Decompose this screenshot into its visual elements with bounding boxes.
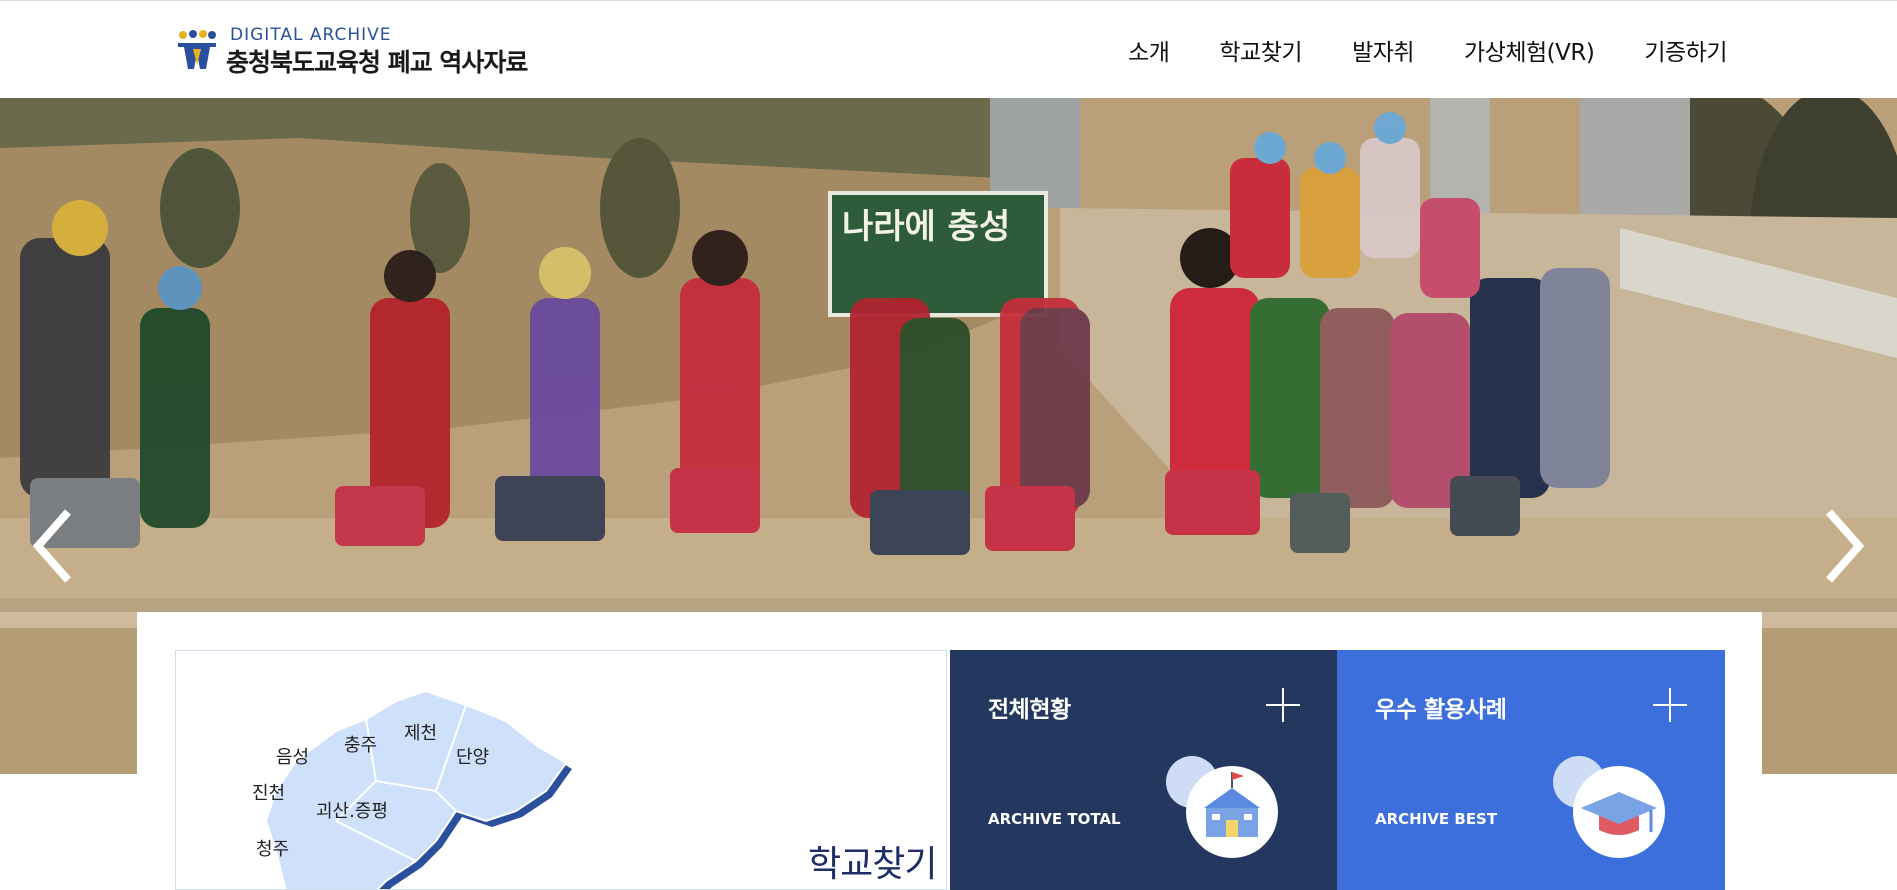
archive-total-card[interactable]: 전체현황 ARCHIVE TOTAL <box>950 650 1338 890</box>
map-region-danyang[interactable]: 단양 <box>456 743 489 769</box>
main-content: 음성 충주 제천 단양 진천 괴산.증평 청주 학교찾기 전체현황 ARCHIV… <box>137 612 1762 890</box>
archive-best-subtitle: ARCHIVE BEST <box>1375 810 1498 828</box>
school-search-title[interactable]: 학교찾기 <box>808 835 937 887</box>
logo-korean-text: 충청북도교육청 폐교 역사자료 <box>226 48 528 77</box>
nav-item-school-search[interactable]: 학교찾기 <box>1219 33 1302 67</box>
map-region-cheongju[interactable]: 청주 <box>256 835 289 861</box>
archive-total-subtitle: ARCHIVE TOTAL <box>988 810 1121 828</box>
map-region-jincheon[interactable]: 진천 <box>252 779 285 805</box>
map-region-jecheon[interactable]: 제천 <box>404 719 437 745</box>
logo-mark-icon <box>178 30 216 69</box>
nav-item-history[interactable]: 발자취 <box>1352 33 1414 67</box>
nav-item-intro[interactable]: 소개 <box>1128 33 1170 67</box>
nav-item-vr[interactable]: 가상체험(VR) <box>1464 33 1595 67</box>
hero-sign-text: 나라에 충성 <box>842 207 1010 247</box>
map-region-eumseong[interactable]: 음성 <box>276 743 309 769</box>
site-header: DIGITAL ARCHIVE 충청북도교육청 폐교 역사자료 소개 학교찾기 … <box>0 0 1897 98</box>
school-building-icon <box>1166 756 1278 858</box>
archive-total-title: 전체현황 <box>988 697 1071 723</box>
map-region-goesan[interactable]: 괴산.증평 <box>316 797 388 823</box>
plus-icon[interactable] <box>1266 688 1300 722</box>
archive-best-card[interactable]: 우수 활용사례 ARCHIVE BEST <box>1337 650 1725 890</box>
chevron-left-icon[interactable] <box>30 506 80 586</box>
graduation-cap-icon <box>1553 756 1665 858</box>
logo-english-text: DIGITAL ARCHIVE <box>230 25 392 45</box>
main-nav: 소개 학교찾기 발자취 가상체험(VR) 기증하기 <box>1078 33 1727 67</box>
chevron-right-icon[interactable] <box>1817 506 1867 586</box>
nav-item-donate[interactable]: 기증하기 <box>1644 33 1727 67</box>
plus-icon[interactable] <box>1653 688 1687 722</box>
site-logo[interactable]: DIGITAL ARCHIVE 충청북도교육청 폐교 역사자료 <box>174 25 544 77</box>
map-region-chungju[interactable]: 충주 <box>344 731 377 757</box>
archive-best-title: 우수 활용사례 <box>1375 697 1507 723</box>
school-map-card[interactable]: 음성 충주 제천 단양 진천 괴산.증평 청주 학교찾기 <box>175 650 947 890</box>
